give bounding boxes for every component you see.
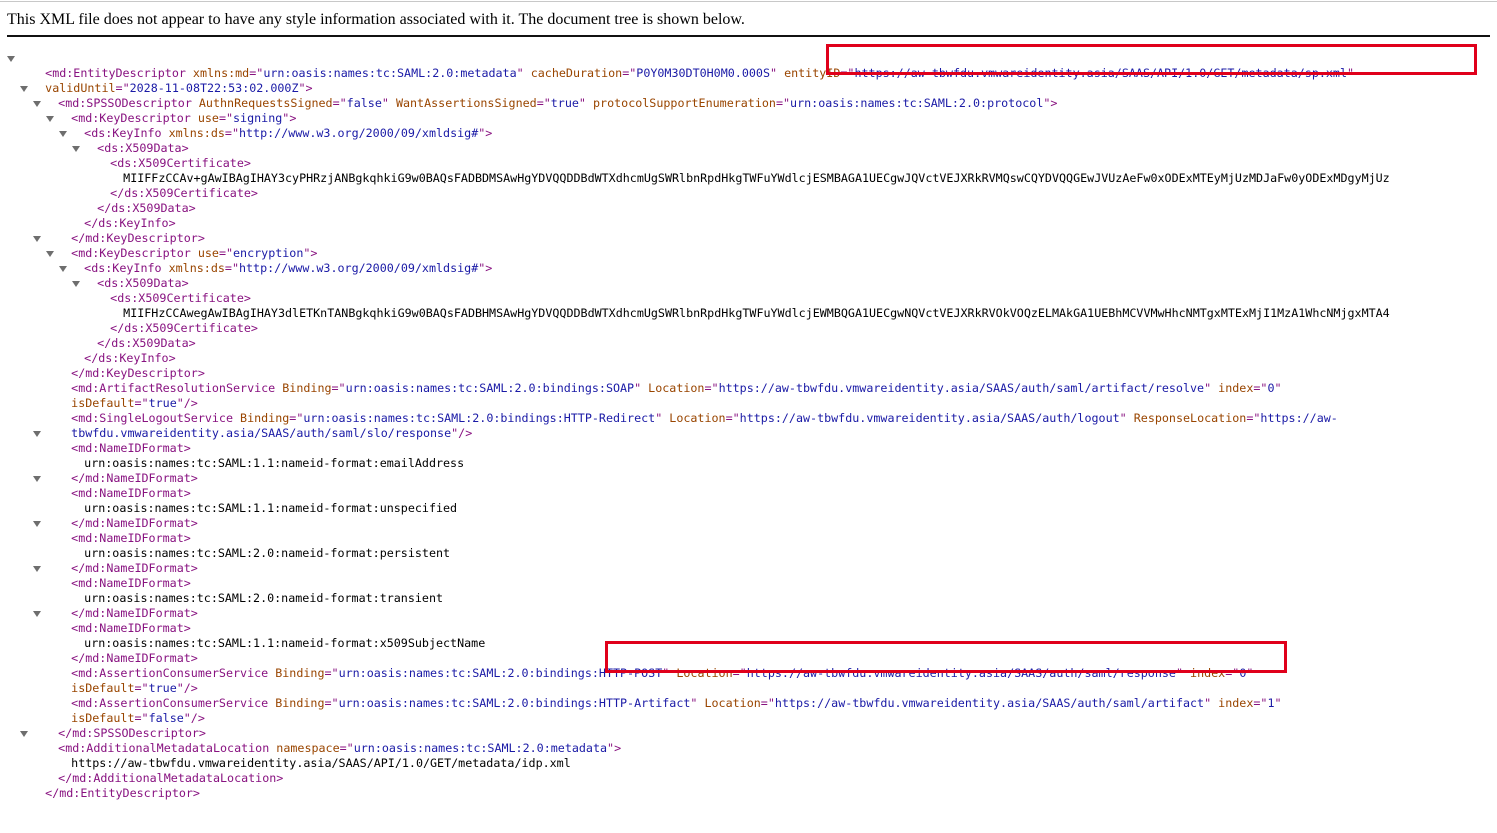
xml-line: isDefault="true"/>	[71, 681, 198, 695]
xml-line: <md:AdditionalMetadataLocation namespace…	[0, 726, 1497, 755]
xml-line: </md:NameIDFormat>	[71, 606, 198, 620]
xml-line: <md:NameIDFormat>	[0, 426, 1497, 455]
xml-line: isDefault="false"/>	[71, 711, 205, 725]
xml-line: urn:oasis:names:tc:SAML:2.0:nameid-forma…	[84, 591, 444, 605]
xml-line: </md:KeyDescriptor>	[71, 231, 205, 245]
xml-line: <ds:KeyInfo xmlns:ds="http://www.w3.org/…	[0, 111, 1497, 140]
xml-line: MIIFHzCCAwegAwIBAgIHAY3dlETKnTANBgkqhkiG…	[0, 291, 1497, 320]
xml-line: validUntil="2028-11-08T22:53:02.000Z">	[45, 81, 313, 95]
triangle-down-icon[interactable]	[20, 86, 28, 92]
xml-line: <ds:X509Data>	[0, 261, 1497, 290]
xml-line: MIIFFzCCAv+gAwIBAgIHAY3cyPHRzjANBgkqhkiG…	[0, 156, 1497, 185]
triangle-down-icon[interactable]	[33, 431, 41, 437]
xml-line: </md:KeyDescriptor>	[71, 366, 205, 380]
triangle-down-icon[interactable]	[33, 476, 41, 482]
notice-divider	[7, 35, 1490, 37]
xml-line: </ds:X509Certificate>	[110, 321, 258, 335]
triangle-down-icon[interactable]	[46, 251, 54, 257]
triangle-down-icon[interactable]	[33, 566, 41, 572]
xml-line: </md:NameIDFormat>	[71, 471, 198, 485]
xml-tree: <md:EntityDescriptor xmlns:md="urn:oasis…	[0, 51, 1497, 800]
xml-line: <md:AssertionConsumerService Binding="ur…	[71, 666, 1254, 680]
xml-line: <ds:KeyInfo xmlns:ds="http://www.w3.org/…	[0, 246, 1497, 275]
xml-line: </md:NameIDFormat>	[71, 516, 198, 530]
xml-line: </ds:X509Data>	[97, 201, 196, 215]
xml-line: urn:oasis:names:tc:SAML:1.1:nameid-forma…	[84, 501, 458, 515]
triangle-down-icon[interactable]	[72, 281, 80, 287]
triangle-down-icon[interactable]	[33, 521, 41, 527]
xml-line: <md:NameIDFormat>	[0, 516, 1497, 545]
xml-line: urn:oasis:names:tc:SAML:1.1:nameid-forma…	[84, 456, 465, 470]
triangle-down-icon[interactable]	[20, 731, 28, 737]
xml-line: <md:KeyDescriptor use="encryption">	[0, 231, 1497, 260]
xml-line: tbwfdu.vmwareidentity.asia/SAAS/auth/sam…	[71, 426, 473, 440]
xml-line: </md:SPSSODescriptor>	[58, 726, 206, 740]
xml-line: <md:EntityDescriptor xmlns:md="urn:oasis…	[0, 51, 1497, 80]
xml-line: <md:NameIDFormat>	[0, 561, 1497, 590]
xml-line: </md:AdditionalMetadataLocation>	[58, 771, 284, 785]
triangle-down-icon[interactable]	[59, 266, 67, 272]
xml-line: <md:KeyDescriptor use="signing">	[0, 96, 1497, 125]
triangle-down-icon[interactable]	[46, 116, 54, 122]
xml-line: <ds:X509Data>	[0, 126, 1497, 155]
xml-line: isDefault="true"/>	[71, 396, 198, 410]
xml-line: <md:SPSSODescriptor AuthnRequestsSigned=…	[0, 81, 1497, 110]
xml-line: </md:EntityDescriptor>	[45, 786, 200, 800]
xml-line: <md:SingleLogoutService Binding="urn:oas…	[71, 411, 1338, 425]
xml-line: <ds:X509Certificate>	[0, 141, 1497, 170]
triangle-down-icon[interactable]	[33, 236, 41, 242]
xml-style-notice: This XML file does not appear to have an…	[7, 11, 745, 28]
xml-line: urn:oasis:names:tc:SAML:2.0:nameid-forma…	[84, 546, 451, 560]
xml-line: </ds:X509Data>	[97, 336, 196, 350]
triangle-down-icon[interactable]	[7, 56, 15, 62]
xml-line: </ds:KeyInfo>	[84, 351, 176, 365]
triangle-down-icon[interactable]	[72, 146, 80, 152]
xml-line: <ds:X509Certificate>	[0, 276, 1497, 305]
xml-line: https://aw-tbwfdu.vmwareidentity.asia/SA…	[71, 756, 571, 770]
xml-line: urn:oasis:names:tc:SAML:1.1:nameid-forma…	[84, 636, 486, 650]
xml-line: <md:ArtifactResolutionService Binding="u…	[71, 381, 1282, 395]
xml-line: </md:NameIDFormat>	[71, 561, 198, 575]
xml-line: <md:NameIDFormat>	[0, 606, 1497, 635]
triangle-down-icon[interactable]	[59, 131, 67, 137]
xml-line: </ds:X509Certificate>	[110, 186, 258, 200]
xml-line: <md:NameIDFormat>	[0, 471, 1497, 500]
triangle-down-icon[interactable]	[33, 611, 41, 617]
xml-line: <md:AssertionConsumerService Binding="ur…	[71, 696, 1282, 710]
top-border	[0, 1, 1497, 2]
triangle-down-icon[interactable]	[33, 101, 41, 107]
xml-line: </md:NameIDFormat>	[71, 651, 198, 665]
xml-line: </ds:KeyInfo>	[84, 216, 176, 230]
